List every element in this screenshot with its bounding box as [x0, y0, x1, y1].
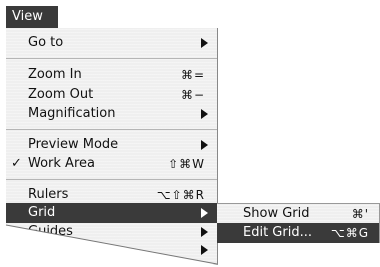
- shortcut-text: ⌥⌘G: [330, 226, 369, 240]
- shortcut-text: ⌘': [351, 207, 369, 221]
- grid-submenu: Show Grid ⌘' Edit Grid... ⌥⌘G: [217, 203, 380, 243]
- submenu-item-edit-grid[interactable]: Edit Grid... ⌥⌘G: [217, 223, 379, 243]
- submenu-item-label: Show Grid: [243, 206, 310, 221]
- submenu-item-show-grid[interactable]: Show Grid ⌘': [217, 204, 379, 224]
- submenu-item-label: Edit Grid...: [243, 225, 312, 240]
